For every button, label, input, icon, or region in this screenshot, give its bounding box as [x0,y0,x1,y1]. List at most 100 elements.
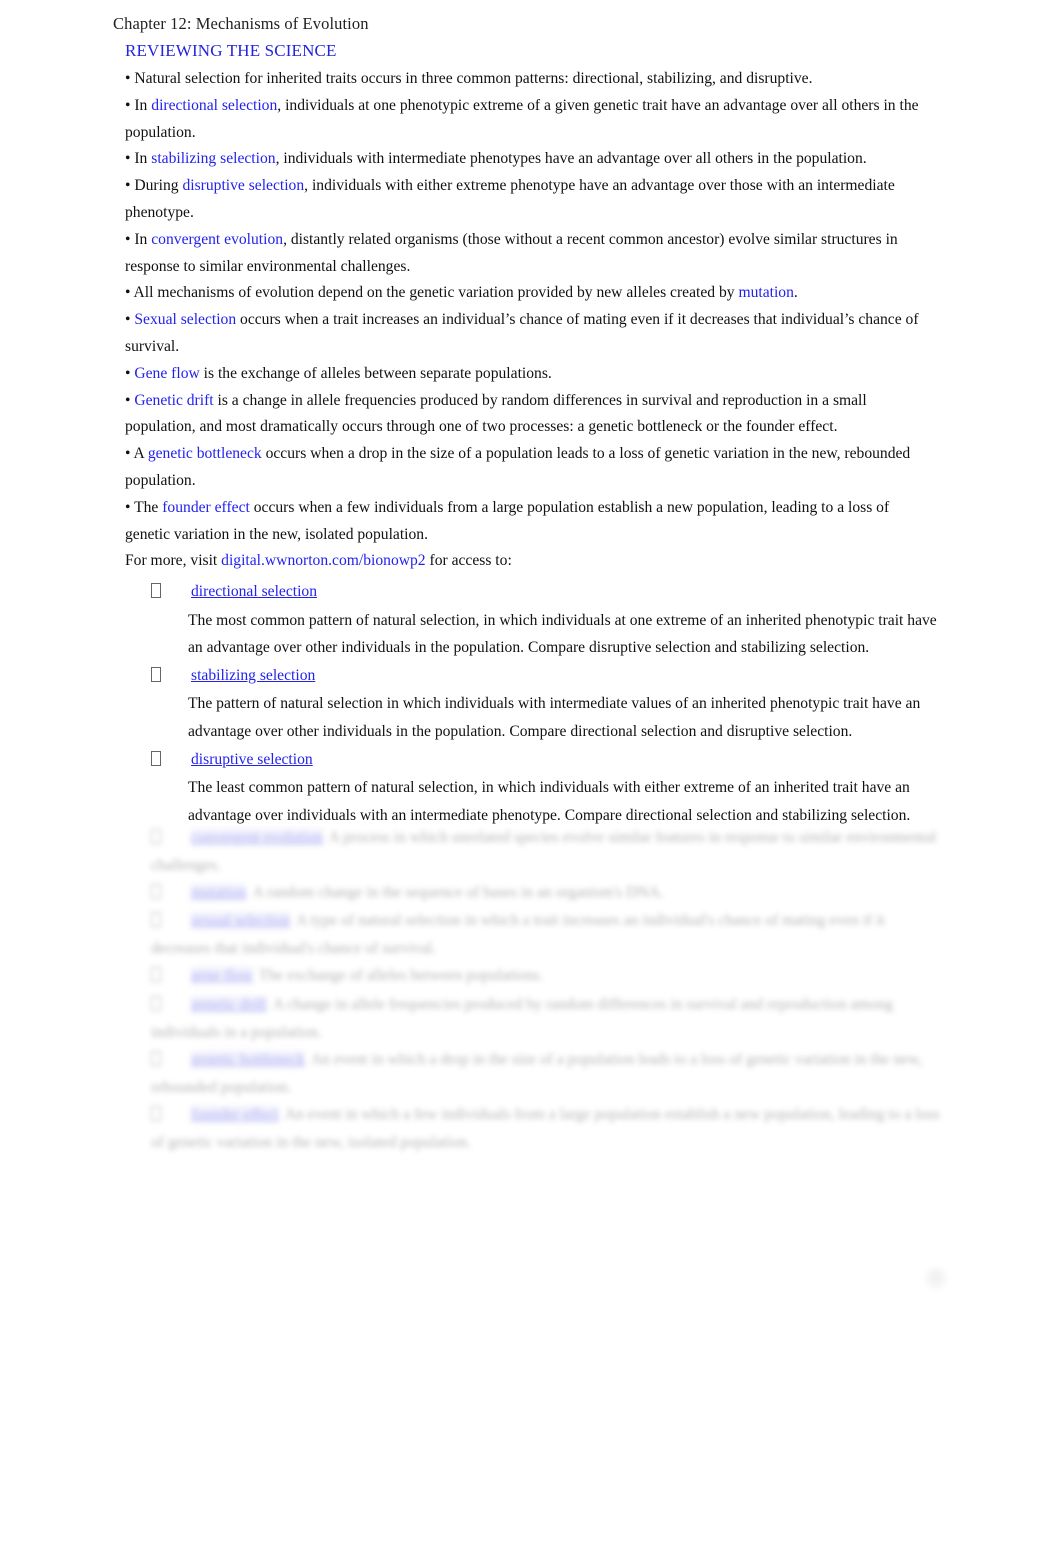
bullet-text: In [130,96,152,114]
glossary-entry: disruptive selection The least common pat… [151,746,941,830]
glossary-entry-inline: convergent evolution A process in which u… [151,824,941,879]
bullet-text: Natural selection for inherited traits o… [130,70,813,87]
missing-glyph-bullet-icon [151,880,191,907]
bullet-list: • Natural selection for inherited traits… [125,66,931,548]
for-more-line: For more, visit digital.wwnorton.com/bio… [125,548,931,575]
glossary-term-link[interactable]: mutation [738,284,793,301]
bullet-patterns: • Natural selection for inherited traits… [125,66,931,93]
glossary-term-row: stabilizing selection [151,662,941,691]
missing-glyph-bullet-icon [151,825,191,852]
bullet-genetic-bottleneck: • A genetic bottleneck occurs when a dro… [125,441,931,495]
glossary-term-row: sexual selection [151,912,291,930]
missing-glyph-bullet-icon [151,579,191,607]
tofu-box-icon [151,583,161,598]
bullet-sexual-selection: • Sexual selection occurs when a trait i… [125,307,931,361]
glossary-term-link[interactable]: gene flow [191,967,253,985]
glossary-definition: The least common pattern of natural sele… [188,779,911,824]
bullet-text: In [130,150,152,168]
bullet-text: occurs when a trait increases an individ… [125,311,919,355]
norton-digital-link[interactable]: digital.wwnorton.com/bionowp2 [221,552,425,569]
glossary-term-link[interactable]: founder effect [162,499,250,516]
glossary-term-row: disruptive selection [151,746,941,775]
bullet-text: During [130,177,183,195]
bullet-text: A [130,445,148,463]
bullet-founder-effect: • The founder effect occurs when a few i… [125,495,931,549]
glossary-definition: The most common pattern of natural selec… [188,611,937,657]
glossary-term-link[interactable]: genetic bottleneck [191,1050,305,1068]
glossary-entry: directional selection The most common pat… [151,578,941,662]
bullet-disruptive: • During disruptive selection, individua… [125,173,931,227]
glossary-term-link[interactable]: Gene flow [134,365,199,382]
glossary-term-link[interactable]: genetic bottleneck [148,445,262,462]
bullet-text: is a change in allele frequencies produc… [125,391,867,436]
chapter-header: Chapter 12: Mechanisms of Evolution [113,14,369,33]
tofu-box-icon [151,912,161,928]
glossary-term-link[interactable]: stabilizing selection [191,667,315,684]
glossary-term-link[interactable]: directional selection [151,97,277,114]
for-more-prefix: For more, visit [125,552,222,570]
bullet-text: All mechanisms of evolution depend on th… [130,284,739,302]
glossary-term-row: convergent evolution [151,829,323,846]
document-page: Chapter 12: Mechanisms of Evolution REVI… [0,0,1062,1561]
glossary-entry: stabilizing selection The pattern of natu… [151,662,941,746]
missing-glyph-bullet-icon [151,963,191,990]
glossary-term-link[interactable]: disruptive selection [182,177,304,194]
glossary-term-row: mutation [151,884,247,902]
glossary-term-link[interactable]: mutation [191,884,247,902]
glossary-entry: sexual selection A type of natural select… [151,907,941,962]
glossary-entry-inline: genetic bottleneck An event in which a dr… [151,1046,941,1101]
glossary-term-link[interactable]: stabilizing selection [151,150,275,167]
glossary-list: directional selection The most common pat… [151,578,941,829]
glossary-entry: founder effect An event in which a few in… [151,1101,941,1156]
glossary-term-link[interactable]: genetic drift [191,995,267,1013]
glossary-list-faded: convergent evolution A process in which u… [151,824,941,1156]
glossary-term-link[interactable]: convergent evolution [191,829,323,846]
glossary-entry: gene flow The exchange of alleles between… [151,962,941,990]
bullet-directional: • In directional selection, individuals … [125,93,931,147]
bullet-stabilizing: • In stabilizing selection, individuals … [125,146,931,173]
tofu-box-icon [151,829,161,844]
section-title: REVIEWING THE SCIENCE [125,41,337,60]
glossary-definition: The pattern of natural selection in whic… [188,695,921,740]
glossary-term-link[interactable]: Genetic drift [134,392,213,409]
tofu-box-icon [151,1050,161,1066]
glossary-entry-inline: sexual selection A type of natural select… [151,907,941,962]
glossary-term-link[interactable]: Sexual selection [134,311,236,328]
glossary-entry: genetic drift A change in allele frequenc… [151,991,941,1046]
glossary-entry-inline: mutation A random change in the sequence … [151,879,941,907]
glossary-term-link[interactable]: founder effect [191,1105,279,1123]
glossary-entry: convergent evolution A process in which u… [151,824,941,879]
bullet-text: The [130,498,163,516]
tofu-box-icon [151,750,161,766]
page-corner-mark [925,1266,947,1290]
bullet-mutation: • All mechanisms of evolution depend on … [125,280,931,307]
glossary-term-link[interactable]: disruptive selection [191,751,313,768]
glossary-entry: genetic bottleneck An event in which a dr… [151,1046,941,1101]
glossary-term-link[interactable]: sexual selection [191,912,291,930]
missing-glyph-bullet-icon [151,908,191,935]
glossary-entry-inline: founder effect An event in which a few in… [151,1101,941,1156]
glossary-term-row: genetic bottleneck [151,1050,305,1068]
bullet-convergent: • In convergent evolution, distantly rel… [125,227,931,281]
glossary-term-row: directional selection [151,578,941,607]
missing-glyph-bullet-icon [151,992,191,1019]
tofu-box-icon [151,884,161,900]
for-more-suffix: for access to: [425,552,512,570]
glossary-term-link[interactable]: convergent evolution [151,231,283,248]
tofu-box-icon [151,666,161,682]
glossary-definition: A random change in the sequence of bases… [252,884,664,902]
glossary-entry-inline: genetic drift A change in allele frequenc… [151,991,941,1046]
missing-glyph-bullet-icon [151,1047,191,1074]
bullet-text: is the exchange of alleles between separ… [199,364,552,382]
glossary-term-link[interactable]: directional selection [191,583,317,600]
bullet-text: In [130,230,152,248]
missing-glyph-bullet-icon [151,1102,191,1129]
glossary-term-row: founder effect [151,1105,279,1123]
bullet-text: . [793,284,798,302]
tofu-box-icon [151,967,161,983]
bullet-text: , individuals with intermediate phenotyp… [275,150,867,168]
glossary-entry: mutation A random change in the sequence … [151,879,941,907]
glossary-definition: The exchange of alleles between populati… [258,967,543,985]
tofu-box-icon [151,1105,161,1121]
glossary-entry-inline: gene flow The exchange of alleles between… [151,962,941,990]
